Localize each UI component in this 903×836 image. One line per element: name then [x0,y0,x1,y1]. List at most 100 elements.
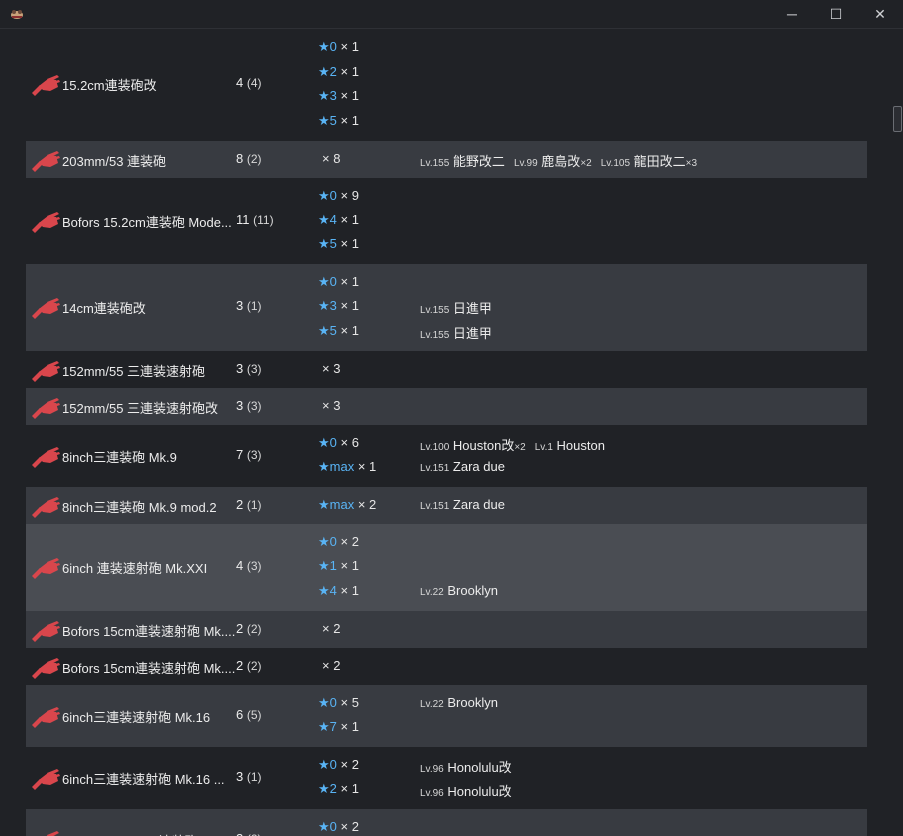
improvement-line: ★0 × 6 Lv.100 Houston改×2 Lv.1 Houston [26,434,867,454]
improvement-level: × 8 [318,151,340,166]
equipped-ships: Lv.96 Honolulu改 [420,781,521,800]
improvement-line: ★0 × 1 [26,38,867,56]
improvement-level: ★4 × 1 [318,212,359,228]
scrollbar-track[interactable] [890,29,903,836]
ship-level: Lv.151 [420,501,450,512]
ship-entry: Lv.22 Brooklyn [420,695,498,710]
ship-level: Lv.155 [420,330,450,341]
ship-name: 龍田改二 [633,154,686,169]
improvement-line: ★5 × 1 [26,112,867,130]
level-quantity: × 2 [354,497,377,512]
ship-level: Lv.96 [420,764,444,775]
equipment-row[interactable]: 6inch三連装速射砲 Mk.16 ... 3 (1) ★0 × 2 Lv.96 Ho… [26,747,867,809]
star-level: ★max [318,459,355,474]
equipment-row[interactable]: Bofors 15.2cm連装砲 Mode... 11 (11) ★0 × 9 ★4 … [26,178,867,264]
ship-entry: Lv.100 Houston改×2 [420,438,526,453]
equipment-row[interactable]: Bofors 15cm連装速射砲 Mk.... 2 (2) × 2 [26,648,867,685]
improvement-line: ★5 × 1 [26,235,867,253]
level-quantity: × 1 [336,558,359,573]
improvement-line: ★1 × 1 [26,557,867,575]
improvement-level: ★2 × 1 [318,781,359,797]
improvement-level: ★7 × 1 [318,719,359,735]
star-level: ★3 [318,298,337,313]
equipment-row[interactable]: 8inch三連装砲 Mk.9 7 (3) ★0 × 6 Lv.100 Houston改… [26,425,867,487]
level-quantity: × 1 [336,583,359,598]
improvement-level: ★max × 1 [318,459,376,475]
improvement-level: ★0 × 1 [318,39,359,55]
improvement-level: ★5 × 1 [318,236,359,252]
improvement-level: ★0 × 1 [318,274,359,290]
equipment-row[interactable]: Bofors 15cm連装速射砲 Mk.... 2 (2) × 2 [26,611,867,648]
improvement-level: ★0 × 2 [318,819,359,835]
ship-entry: Lv.96 Honolulu改 [420,784,512,799]
equipment-row[interactable]: 203mm/53 連装砲 8 (2) × 8 Lv.155 能野改二 Lv.99 鹿島… [26,141,867,178]
star-level: ★0 [318,435,337,450]
equipped-ships: Lv.100 Houston改×2 Lv.1 Houston [420,435,614,454]
improvement-level: ★0 × 6 [318,435,359,451]
equipment-row[interactable]: 152mm/55 三連装速射砲 3 (3) × 3 [26,351,867,388]
improvement-level: × 2 [318,621,340,636]
improvement-line: ★0 × 1 [26,273,867,291]
improvement-line: ★5 × 1 Lv.155 日進甲 [26,322,867,341]
level-quantity: × 2 [336,534,359,549]
star-level: ★max [318,497,355,512]
ship-name: 能野改二 [452,154,505,169]
level-quantity: × 3 [322,361,341,376]
ship-level: Lv.155 [420,158,450,169]
level-quantity: × 1 [336,113,359,128]
ship-entry: Lv.22 Brooklyn [420,583,498,598]
improvement-level: ★0 × 9 [318,188,359,204]
ship-entry: Lv.155 日進甲 [420,301,492,316]
improvement-level: ★4 × 1 [318,583,359,599]
improvement-line: ★max × 2 Lv.151 Zara due [26,496,867,514]
ship-level: Lv.100 [420,442,450,453]
level-quantity: × 1 [336,64,359,79]
equipment-list[interactable]: 15.2cm連装砲改 4 (4) ★0 × 1 ★2 × 1 ★3 × 1 ★5 × 12… [0,29,890,836]
equipment-row[interactable]: 152mm/55 三連装速射砲改 3 (3) × 3 [26,388,867,425]
scrollbar-thumb[interactable] [893,106,902,132]
ship-entry: Lv.151 Zara due [420,459,505,474]
ship-entry: Lv.105 龍田改二×3 [601,154,697,169]
star-level: ★5 [318,323,337,338]
improvement-level: ★max × 2 [318,497,376,513]
star-level: ★0 [318,39,337,54]
star-level: ★5 [318,236,337,251]
improvement-line: ★3 × 1 [26,87,867,105]
equipment-row[interactable]: 6inch 連装速射砲 Mk.XXI 4 (3) ★0 × 2 ★1 × 1 ★4 × … [26,524,867,611]
ship-name: Brooklyn [447,695,498,710]
ship-level: Lv.1 [534,442,553,453]
level-quantity: × 2 [336,757,359,772]
improvement-line: ★max × 1 Lv.151 Zara due [26,458,867,476]
equipment-row[interactable]: 8inch三連装砲 Mk.9 mod.2 2 (1) ★max × 2 Lv.151 … [26,487,867,524]
close-button[interactable]: ✕ [858,0,902,28]
improvement-level: ★1 × 1 [318,558,359,574]
improvement-level: × 3 [318,398,340,413]
level-quantity: × 3 [322,398,341,413]
equipment-row[interactable]: 6inch Mk.XXIII三連装砲2 (2)★0 × 2 [26,809,867,836]
ship-level: Lv.105 [600,158,631,169]
improvement-level: × 3 [318,361,340,376]
minimize-button[interactable]: ─ [770,0,814,28]
star-level: ★0 [318,534,337,549]
equipment-row[interactable]: 6inch三連装速射砲 Mk.16 6 (5) ★0 × 5 Lv.22 Brookl… [26,685,867,747]
equipped-ships: Lv.96 Honolulu改 [420,757,521,776]
level-quantity: × 1 [336,781,359,796]
ship-level: Lv.96 [420,788,444,799]
ship-name: Zara due [452,497,505,512]
ship-name: Houston [556,438,605,453]
ship-multiplier: ×2 [514,442,526,453]
improvement-level: ★5 × 1 [318,323,359,339]
improvement-line: ★0 × 5 Lv.22 Brooklyn [26,694,867,712]
star-level: ★3 [318,88,337,103]
ship-multiplier: ×3 [685,158,698,169]
equipment-row[interactable]: 14cm連装砲改 3 (1) ★0 × 1 ★3 × 1 Lv.155 日進甲 ★5 × … [26,264,867,351]
star-level: ★5 [318,113,337,128]
level-quantity: × 1 [336,236,359,251]
star-level: ★0 [318,274,337,289]
improvement-level: ★3 × 1 [318,298,359,314]
maximize-button[interactable]: ☐ [814,0,858,28]
ship-entry: Lv.1 Houston [535,438,605,453]
equipped-ships: Lv.22 Brooklyn [420,695,507,710]
level-quantity: × 1 [336,323,359,338]
equipment-row[interactable]: 15.2cm連装砲改 4 (4) ★0 × 1 ★2 × 1 ★3 × 1 ★5 × 1 [26,29,867,141]
